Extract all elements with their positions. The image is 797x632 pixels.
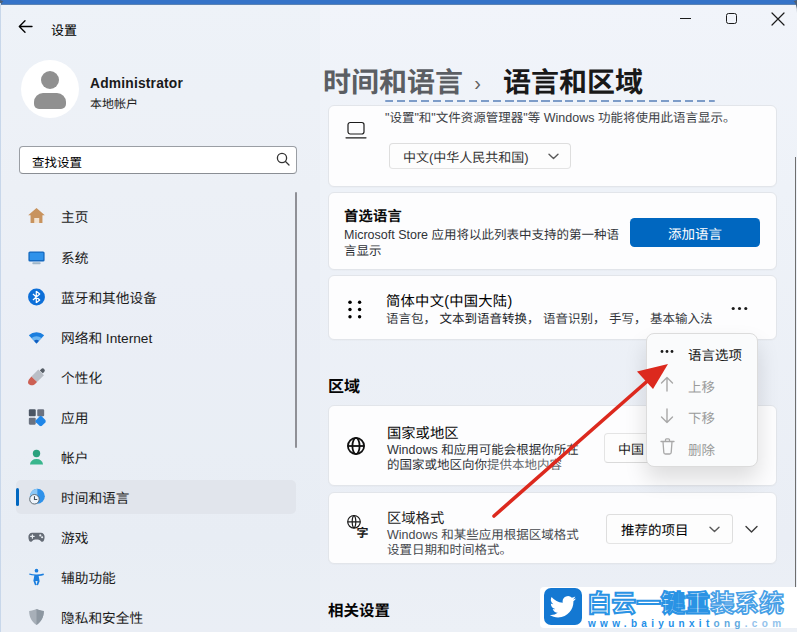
svg-text:字: 字 (357, 523, 369, 539)
